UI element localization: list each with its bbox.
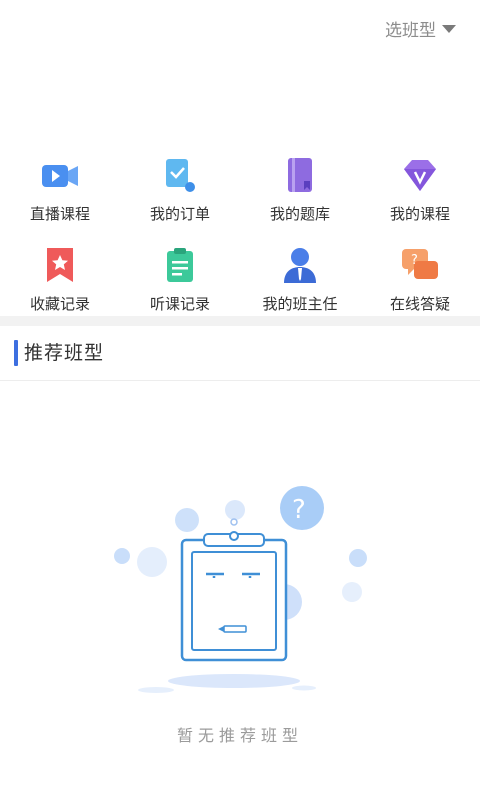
empty-state-message: 暂无推荐班型 — [176, 726, 303, 745]
svg-text:?: ? — [292, 495, 306, 525]
section-title: 推荐班型 — [24, 342, 105, 364]
caret-down-icon — [442, 24, 456, 33]
menu-item-my-courses[interactable]: 我的课程 — [360, 155, 480, 224]
function-menu-grid: 直播课程 我的订单 我的题库 我的课程 收藏记录 听课记录 我的班主任 ? 在线… — [0, 145, 480, 315]
menu-item-label: 直播课程 — [29, 205, 90, 223]
menu-item-label: 听课记录 — [149, 295, 210, 313]
menu-item-label: 我的课程 — [389, 205, 450, 223]
class-type-select-label: 选班型 — [385, 21, 436, 41]
menu-item-label: 收藏记录 — [29, 295, 90, 313]
section-accent-bar — [14, 340, 18, 366]
order-check-icon — [166, 159, 195, 192]
menu-item-label: 我的题库 — [269, 205, 330, 223]
bookmark-star-icon — [47, 248, 73, 282]
svg-text:?: ? — [411, 253, 418, 268]
question-bank-icon — [288, 158, 312, 192]
menu-item-live-courses[interactable]: 直播课程 — [0, 155, 120, 224]
live-video-icon — [42, 165, 78, 187]
section-divider — [0, 316, 480, 326]
menu-item-favorites[interactable]: 收藏记录 — [0, 245, 120, 314]
menu-item-online-qa[interactable]: ? 在线答疑 — [360, 245, 480, 314]
class-type-select[interactable]: 选班型 — [385, 16, 456, 41]
menu-item-head-teacher[interactable]: 我的班主任 — [240, 245, 360, 314]
menu-item-question-bank[interactable]: 我的题库 — [240, 155, 360, 224]
empty-clipboard-illustration: ? — [114, 486, 367, 693]
section-header: 推荐班型 — [0, 326, 480, 381]
menu-item-label: 在线答疑 — [389, 295, 450, 313]
clipboard-record-icon — [167, 248, 193, 282]
menu-item-listening-records[interactable]: 听课记录 — [120, 245, 240, 314]
menu-item-label: 我的班主任 — [262, 295, 338, 313]
menu-item-label: 我的订单 — [149, 205, 210, 223]
head-teacher-icon — [284, 248, 316, 283]
top-bar: 选班型 — [0, 0, 480, 60]
diamond-course-icon — [404, 160, 436, 191]
menu-item-my-orders[interactable]: 我的订单 — [120, 155, 240, 224]
chat-question-icon: ? — [402, 249, 438, 279]
